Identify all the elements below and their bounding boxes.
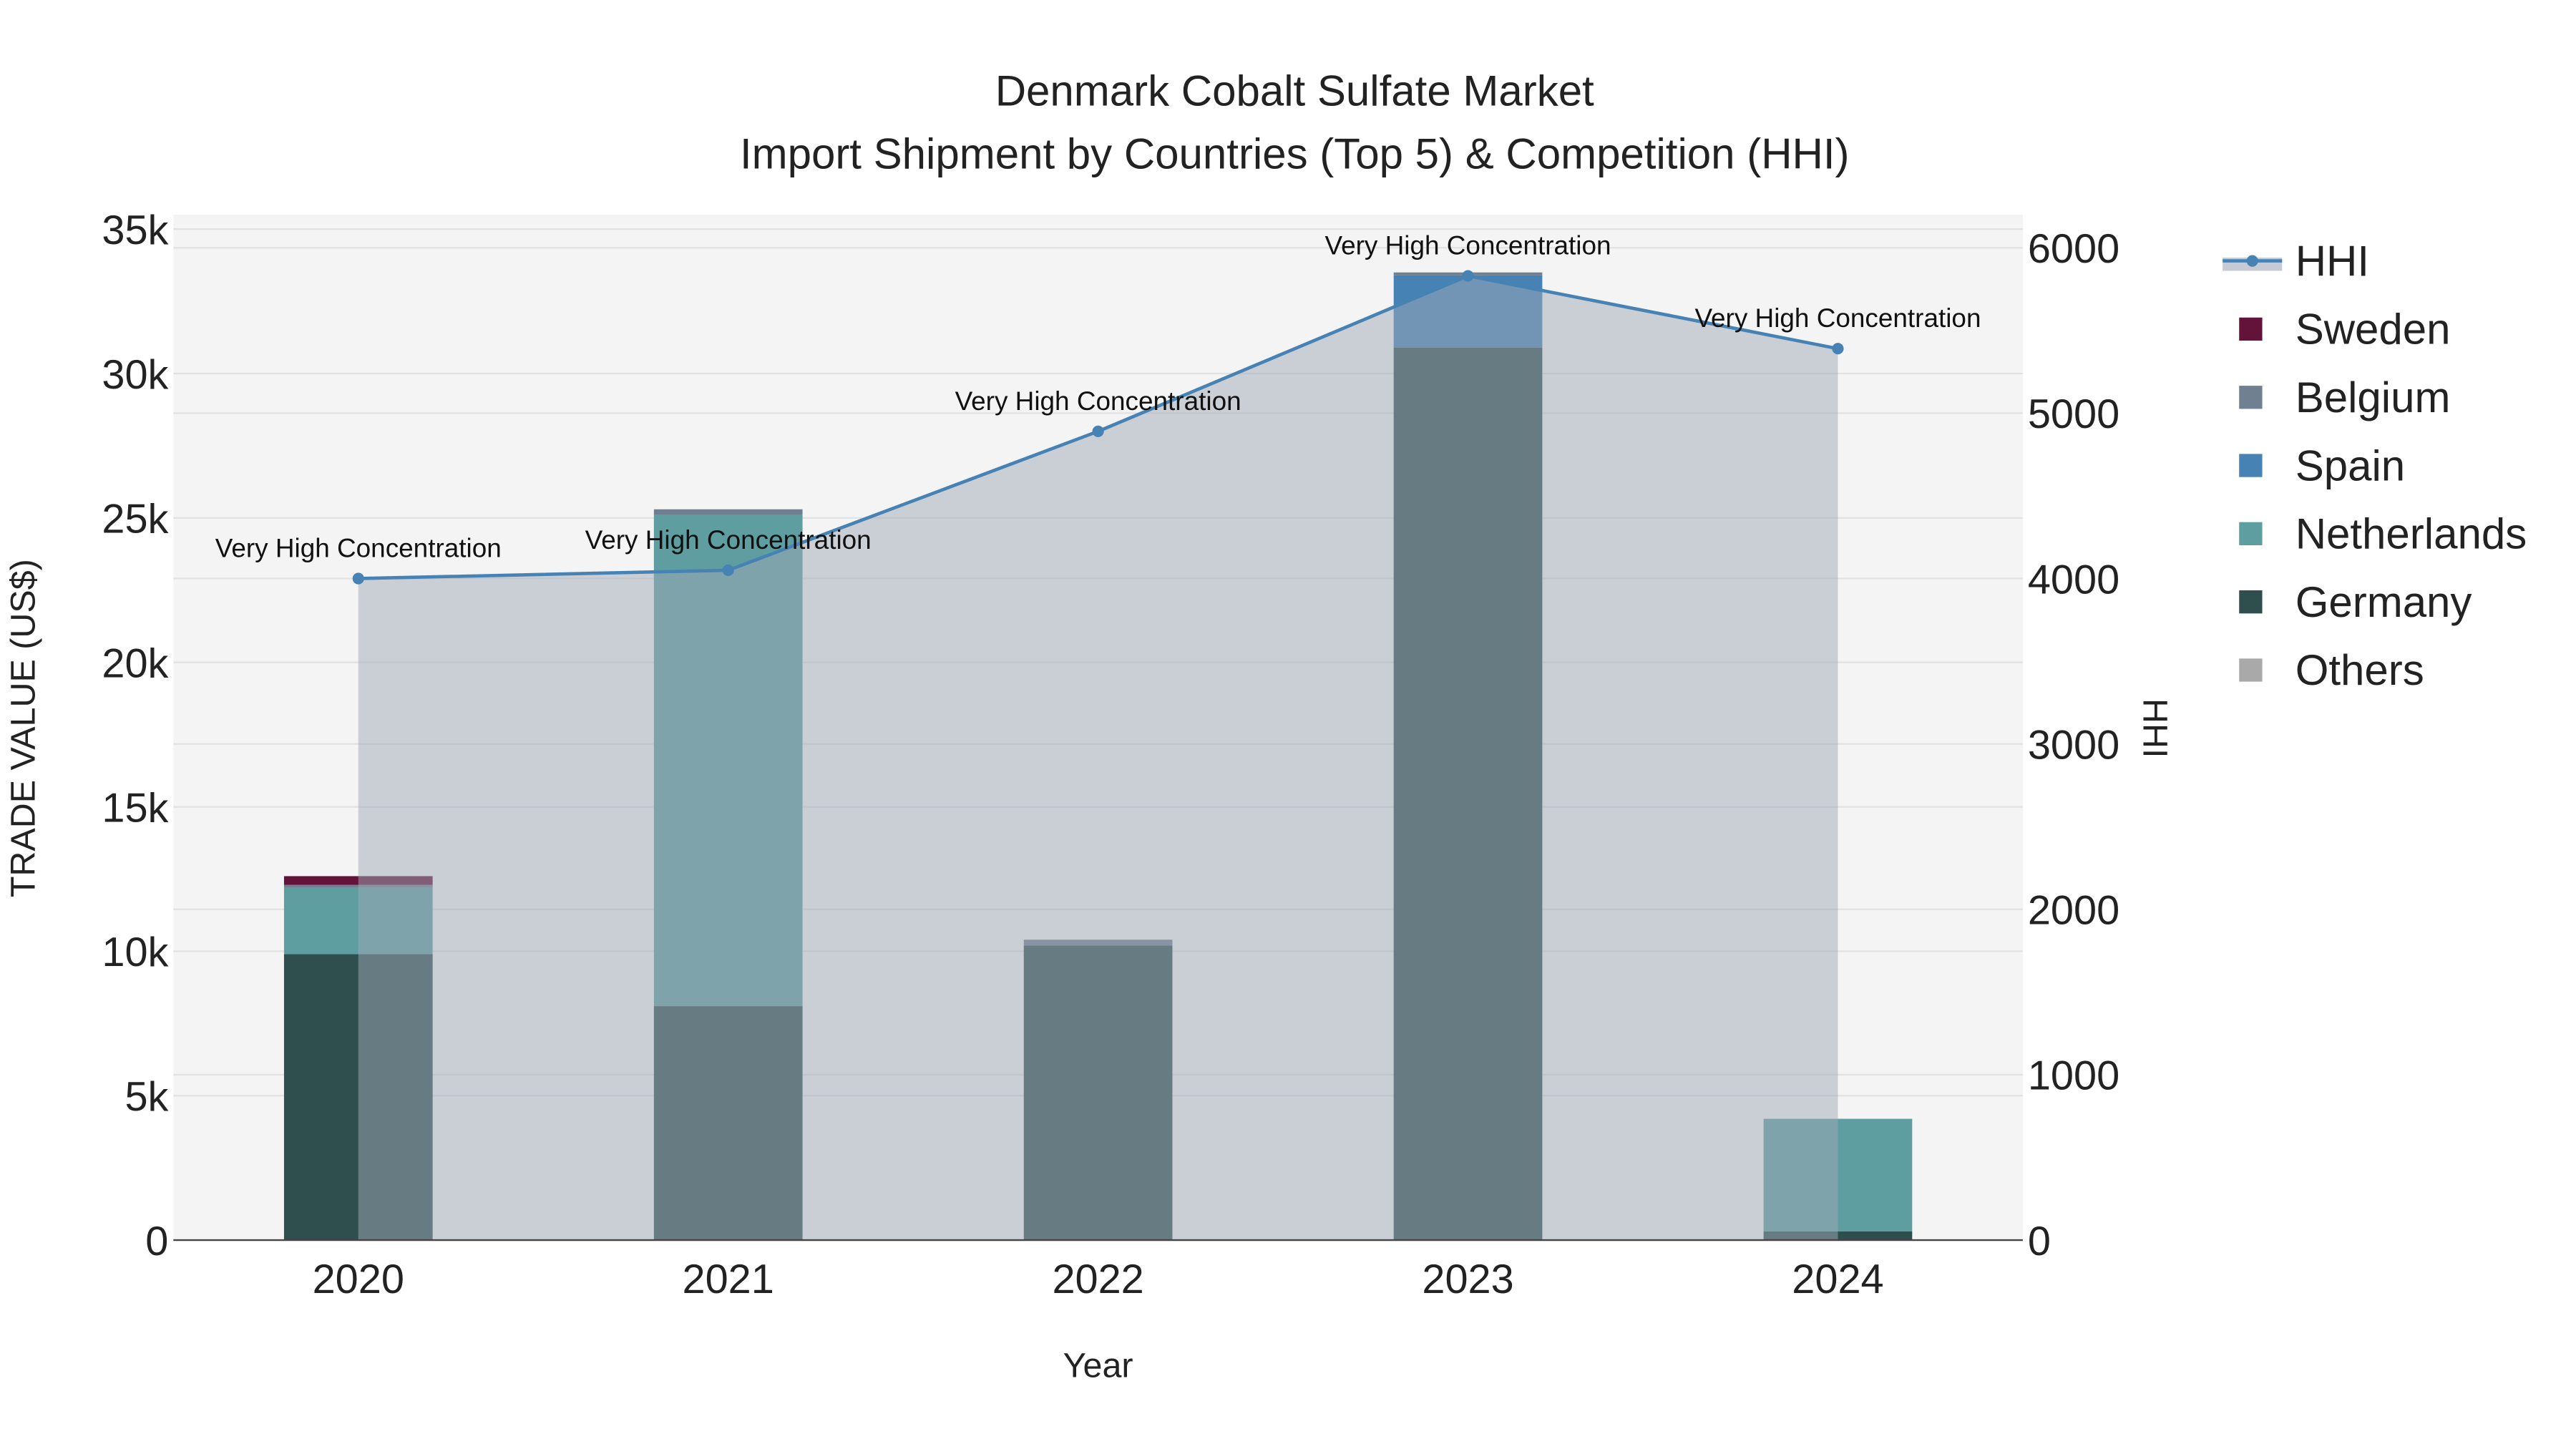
x-axis-ticks: 2020 2021 2022 2023 2024 [313, 1257, 1884, 1302]
chart-title: Denmark Cobalt Sulfate Market [995, 67, 1594, 115]
hhi-point-2021 [722, 564, 734, 577]
hhi-point-2022 [1092, 425, 1104, 437]
y-tick-label: 15k [102, 785, 168, 831]
legend-item-others[interactable]: Others [2239, 646, 2424, 694]
legend-swatch-germany [2239, 590, 2263, 614]
hhi-annotation: Very High Concentration [1694, 303, 1981, 333]
legend-label: HHI [2296, 237, 2369, 285]
y2-axis-label: HHI [2135, 698, 2174, 758]
legend-label: Spain [2296, 441, 2405, 489]
y2-axis-ticks: 0 1000 2000 3000 4000 5000 6000 [2028, 226, 2119, 1264]
legend-swatch-sweden [2239, 317, 2263, 341]
y2-tick-label: 0 [2028, 1219, 2051, 1264]
legend-item-spain[interactable]: Spain [2239, 441, 2405, 489]
legend-label: Belgium [2296, 374, 2451, 421]
y-axis-label: TRADE VALUE (US$) [4, 559, 42, 897]
y2-tick-label: 5000 [2028, 391, 2119, 437]
y-tick-label: 25k [102, 497, 168, 542]
hhi-point-2020 [352, 572, 364, 585]
x-tick-label: 2024 [1792, 1257, 1883, 1302]
y-tick-label: 35k [102, 208, 168, 253]
hhi-annotation: Very High Concentration [215, 534, 502, 563]
y2-tick-label: 3000 [2028, 722, 2119, 768]
x-tick-label: 2023 [1422, 1257, 1513, 1302]
legend-label: Others [2296, 646, 2424, 694]
hhi-annotation: Very High Concentration [955, 386, 1241, 416]
y-tick-label: 30k [102, 352, 168, 398]
hhi-annotation: Very High Concentration [1325, 231, 1611, 260]
legend-swatch-spain [2239, 454, 2263, 477]
y2-tick-label: 6000 [2028, 226, 2119, 272]
x-tick-label: 2020 [313, 1257, 404, 1302]
y-tick-label: 5k [125, 1074, 168, 1120]
hhi-point-2023 [1462, 270, 1474, 282]
legend-item-sweden[interactable]: Sweden [2239, 306, 2451, 353]
bar-belgium-2021 [653, 509, 803, 515]
x-axis-label: Year [1063, 1347, 1133, 1385]
y2-tick-label: 1000 [2028, 1053, 2119, 1099]
chart: Very High Concentration Very High Concent… [4, 67, 2527, 1385]
legend-item-netherlands[interactable]: Netherlands [2239, 510, 2527, 558]
x-tick-label: 2022 [1052, 1257, 1143, 1302]
legend-swatch-belgium [2239, 386, 2263, 409]
y-tick-label: 20k [102, 640, 168, 686]
legend-item-germany[interactable]: Germany [2239, 578, 2472, 626]
legend-item-hhi[interactable]: HHI [2223, 237, 2369, 285]
chart-subtitle: Import Shipment by Countries (Top 5) & C… [740, 130, 1850, 177]
y-tick-label: 0 [145, 1219, 168, 1264]
legend-label: Germany [2296, 578, 2472, 626]
y2-tick-label: 4000 [2028, 557, 2119, 602]
x-tick-label: 2021 [683, 1257, 774, 1302]
y-tick-label: 10k [102, 930, 168, 975]
hhi-point-2024 [1832, 343, 1844, 355]
legend-swatch-netherlands [2239, 522, 2263, 545]
legend-swatch-hhi-marker [2246, 255, 2258, 267]
legend-label: Netherlands [2296, 510, 2527, 558]
legend-label: Sweden [2296, 306, 2451, 353]
y-axis-ticks: 0 5k 10k 15k 20k 25k 30k 35k [102, 208, 168, 1264]
legend-item-belgium[interactable]: Belgium [2239, 374, 2450, 421]
y2-tick-label: 2000 [2028, 888, 2119, 934]
legend: HHI Sweden Belgium Spain Netherlands Germany O… [2223, 237, 2527, 694]
legend-swatch-others [2239, 658, 2263, 682]
hhi-annotation: Very High Concentration [585, 525, 872, 555]
